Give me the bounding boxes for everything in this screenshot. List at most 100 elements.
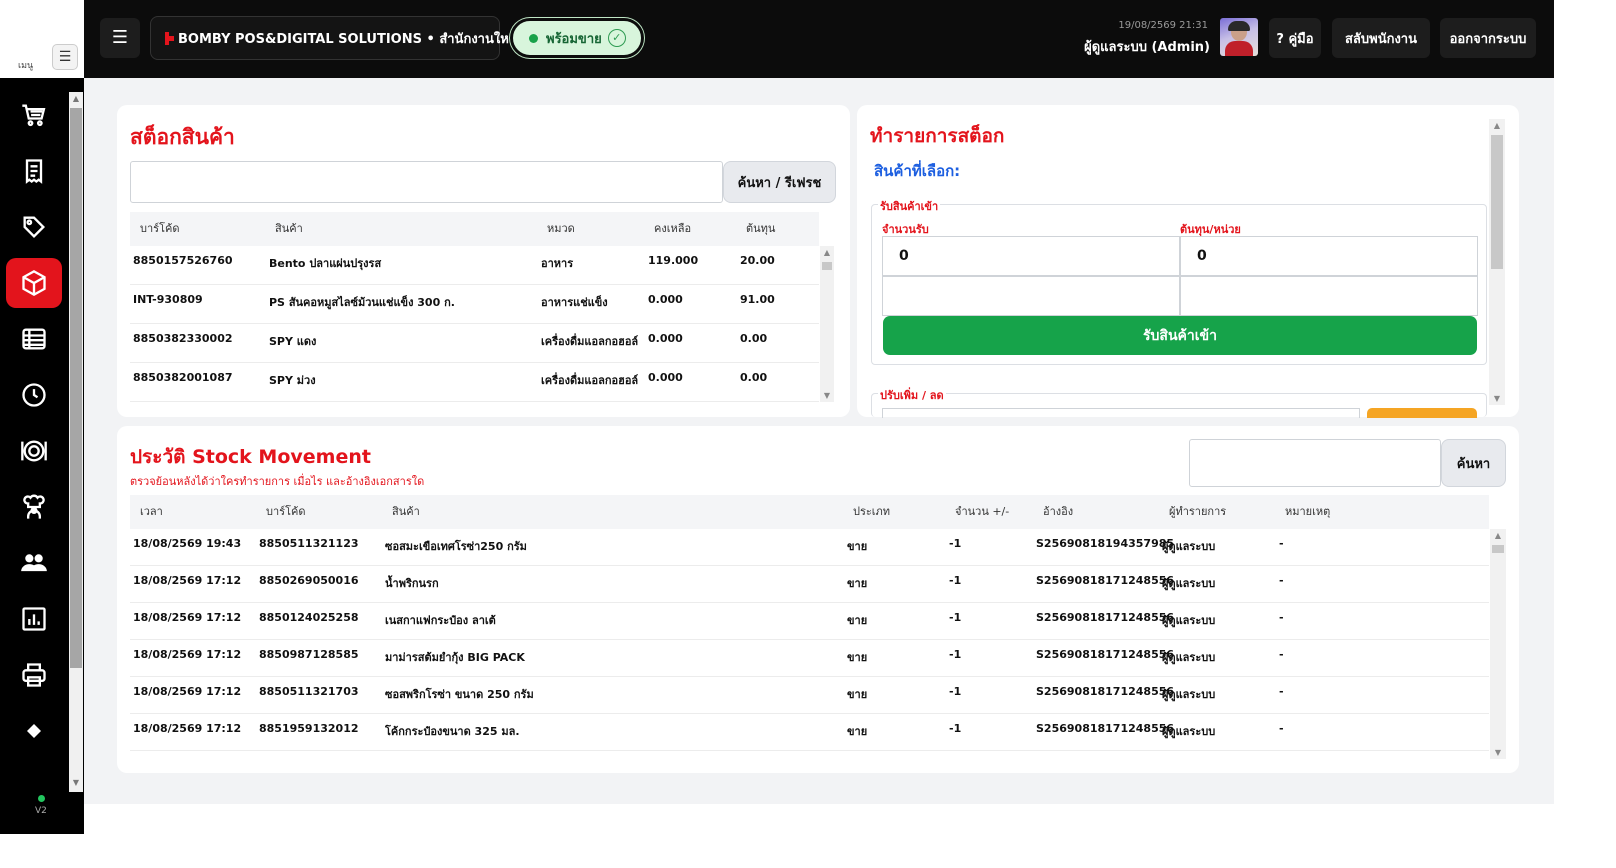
cell-user: ผู้ดูแลระบบ [1162, 651, 1216, 664]
scroll-down-icon[interactable]: ▼ [1490, 748, 1506, 757]
cell-barcode: 8851959132012 [259, 722, 359, 735]
sidebar-item-promotions[interactable] [6, 202, 62, 252]
cell-barcode: INT-930809 [133, 293, 203, 306]
menu-icon: ☰ [111, 27, 129, 48]
sidebar-item-kitchen[interactable] [6, 482, 62, 532]
avatar[interactable] [1220, 18, 1258, 56]
sidebar-item-history[interactable] [6, 370, 62, 420]
scroll-up-icon[interactable]: ▲ [69, 94, 83, 106]
col-cost: ต้นทุน [746, 222, 776, 235]
col-remain: คงเหลือ [654, 222, 692, 235]
receive-extra-field[interactable] [1180, 276, 1478, 316]
cell-user: ผู้ดูแลระบบ [1162, 540, 1216, 553]
col-type: ประเภท [853, 505, 891, 518]
scroll-down-icon[interactable]: ▼ [1489, 394, 1505, 403]
scroll-down-icon[interactable]: ▼ [69, 778, 83, 790]
sidebar-scroll-thumb[interactable] [70, 108, 82, 668]
cell-time: 18/08/2569 17:12 [133, 722, 242, 735]
receive-fieldset: รับสินค้าเข้า จำนวนรับ ต้นทุน/หน่วย 0 0 … [871, 197, 1487, 365]
store-name: BOMBY POS&DIGITAL SOLUTIONS • สำนักงานให… [178, 31, 520, 47]
cell-barcode: 8850382001087 [133, 371, 233, 384]
box-icon [22, 269, 46, 297]
stock-transaction-card: ทำรายการสต็อก สินค้าที่เลือก: รับสินค้าเ… [857, 105, 1519, 418]
cell-note: - [1279, 574, 1284, 587]
table-row[interactable]: 8850157526760 Bento ปลาแผ่นปรุงรส อาหาร … [130, 246, 819, 285]
cell-cost: 0.00 [740, 371, 768, 384]
selected-product-label: สินค้าที่เลือก: [874, 162, 961, 180]
col-qty: จำนวน +/- [955, 505, 1010, 518]
history-search-button[interactable]: ค้นหา [1441, 439, 1506, 487]
table-row[interactable]: 18/08/2569 17:12 8850124025258 เนสกาแฟกร… [130, 603, 1489, 640]
sidebar-item-dishes[interactable] [6, 426, 62, 476]
cell-type: ขาย [847, 614, 868, 627]
rail-menu-toggle[interactable]: ☰ [52, 44, 78, 70]
sidebar-scrollbar[interactable]: ▲ ▼ [69, 92, 83, 792]
table-row[interactable]: 8850382001087 SPY ม่วง เครื่องดื่มแอลกอฮ… [130, 363, 819, 402]
cell-qty: -1 [949, 648, 962, 661]
scroll-up-icon[interactable]: ▲ [1490, 531, 1506, 540]
online-status-dot [38, 795, 45, 802]
table-row[interactable]: 18/08/2569 17:12 8850987128585 มาม่ารสต้… [130, 640, 1489, 677]
cell-ref: S25690818171248556 [1036, 611, 1175, 624]
receive-legend: รับสินค้าเข้า [878, 197, 941, 215]
cell-barcode: 8850511321703 [259, 685, 359, 698]
table-row[interactable]: INT-930809 PS สันคอหมูสไลซ์ม้วนแช่แข็ง 3… [130, 285, 819, 324]
history-table-scrollbar[interactable]: ▲ ▼ [1490, 529, 1506, 759]
sidebar-item-members[interactable] [6, 538, 62, 588]
table-row[interactable]: 8850382330002 SPY แดง เครื่องดื่มแอลกอฮอ… [130, 324, 819, 363]
stock-table-scrollbar[interactable]: ▲ ▼ [820, 246, 834, 402]
receive-extra-field[interactable] [882, 276, 1180, 316]
version-label: V2 [35, 806, 47, 816]
cell-qty: -1 [949, 722, 962, 735]
table-row[interactable]: 18/08/2569 17:12 8850511321703 ซอสพริกโร… [130, 677, 1489, 714]
main-menu-button[interactable]: ☰ [100, 18, 140, 58]
manual-button[interactable]: ? คู่มือ [1269, 18, 1321, 58]
rail-header: เมนู ☰ [0, 0, 84, 78]
table-row[interactable]: 18/08/2569 17:12 8850269050016 น้ำพริกนร… [130, 566, 1489, 603]
history-search-input[interactable] [1189, 439, 1441, 487]
sidebar-item-sales[interactable] [6, 90, 62, 140]
logout-button[interactable]: ออกจากระบบ [1440, 18, 1536, 58]
history-card: ประวัติ Stock Movement ตรวจย้อนหลังได้ว่… [117, 426, 1519, 773]
cell-cost: 20.00 [740, 254, 775, 267]
cell-qty: -1 [949, 574, 962, 587]
store-selector[interactable]: BOMBY POS&DIGITAL SOLUTIONS • สำนักงานให… [150, 16, 520, 60]
sidebar-item-printer[interactable] [6, 650, 62, 700]
cell-ref: S25690818194357985 [1036, 537, 1175, 550]
qty-input[interactable]: 0 [882, 236, 1180, 276]
cell-qty: -1 [949, 685, 962, 698]
menu-label: เมนู [18, 61, 34, 71]
cell-cost: 91.00 [740, 293, 775, 306]
cell-cost: 0.00 [740, 332, 768, 345]
table-row[interactable]: 18/08/2569 19:43 8850511321123 ซอสมะเขือ… [130, 529, 1489, 566]
cell-product: Bento ปลาแผ่นปรุงรส [269, 257, 382, 270]
receive-button[interactable]: รับสินค้าเข้า [883, 316, 1477, 355]
scroll-down-icon[interactable]: ▼ [820, 391, 834, 400]
transaction-scroll-thumb[interactable] [1491, 135, 1503, 269]
menu-icon: ☰ [58, 49, 72, 65]
adjust-button[interactable] [1367, 408, 1477, 418]
sidebar-item-dashboard[interactable] [6, 594, 62, 644]
cell-time: 18/08/2569 17:12 [133, 648, 242, 661]
cell-ref: S25690818171248556 [1036, 722, 1175, 735]
cost-input[interactable]: 0 [1180, 236, 1478, 276]
sidebar-item-more[interactable] [6, 706, 62, 756]
sidebar-item-reports-table[interactable] [6, 314, 62, 364]
stock-search-input[interactable] [130, 161, 723, 203]
cell-qty: -1 [949, 611, 962, 624]
sidebar-item-stock[interactable] [6, 258, 62, 308]
sidebar-item-receipts[interactable] [6, 146, 62, 196]
cell-category: เครื่องดื่มแอลกอฮอล์ [541, 335, 639, 348]
transaction-scrollbar[interactable]: ▲ ▼ [1489, 119, 1505, 405]
stock-scroll-thumb[interactable] [822, 262, 832, 270]
cell-note: - [1279, 648, 1284, 661]
scroll-up-icon[interactable]: ▲ [820, 248, 834, 257]
scroll-up-icon[interactable]: ▲ [1489, 121, 1505, 130]
history-scroll-thumb[interactable] [1492, 545, 1504, 553]
col-product: สินค้า [275, 222, 303, 235]
adjust-input[interactable] [882, 408, 1360, 418]
switch-staff-button[interactable]: สลับพนักงาน [1332, 18, 1430, 58]
table-row[interactable]: 18/08/2569 17:12 8851959132012 โค้กกระป๋… [130, 714, 1489, 751]
cell-time: 18/08/2569 17:12 [133, 611, 242, 624]
stock-search-button[interactable]: ค้นหา / รีเฟรช [723, 161, 836, 203]
